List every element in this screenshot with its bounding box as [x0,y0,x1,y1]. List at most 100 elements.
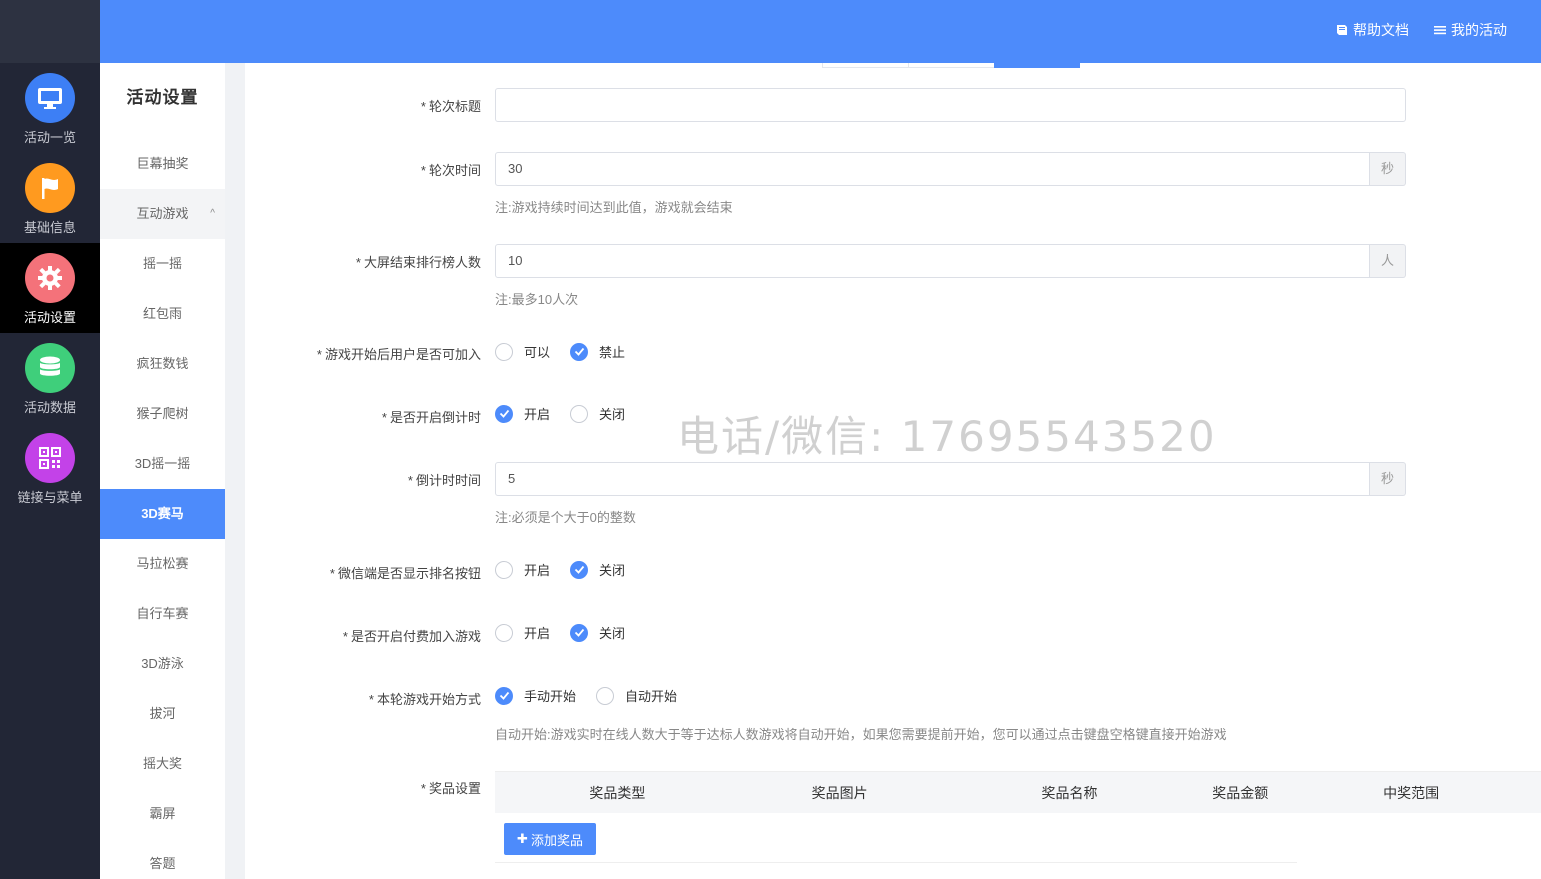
rail-item-label: 链接与菜单 [17,490,83,505]
round-tab-active[interactable] [994,63,1080,68]
help-docs-link[interactable]: 帮助文档 [1335,20,1409,40]
rank-count-label: * 大屏结束排行榜人数 [355,255,481,270]
column-prize-amount: 奖品金额 [1212,784,1269,801]
submenu-item-3d-swim[interactable]: 3D游泳 [100,639,225,689]
submenu-item-shake[interactable]: 摇一摇 [100,239,225,289]
round-tab[interactable] [822,63,908,68]
content-gutter [225,63,245,879]
database-icon [25,343,75,393]
radio-checked-icon [570,623,589,642]
radio-unchecked-icon [596,686,615,705]
rail-item-label: 活动设置 [23,310,76,325]
countdown-time-unit: 秒 [1370,462,1406,496]
countdown-time-label: * 倒计时时间 [407,473,481,488]
list-icon [1434,26,1446,35]
show-rank-button-label: * 微信端是否显示排名按钮 [329,566,481,581]
rail-item-overview[interactable]: 活动一览 [0,63,100,153]
icon-rail: 活动一览 基础信息 活动设置 活动数据 链接与菜单 [0,0,100,879]
monitor-icon [25,73,75,123]
column-win-range: 中奖范围 [1383,784,1440,801]
rail-item-label: 基础信息 [23,220,76,235]
book-icon [1337,25,1347,35]
submenu-group-label: 互动游戏 [136,206,189,221]
radio-unchecked-icon [495,623,513,642]
rank-count-input[interactable]: 10 [495,244,1370,278]
submenu-item-quiz[interactable]: 答题 [100,839,225,879]
start-mode-label: * 本轮游戏开始方式 [368,692,481,707]
column-prize-name: 奖品名称 [1041,784,1098,801]
submenu-item-marathon[interactable]: 马拉松赛 [100,539,225,589]
column-prize-type: 奖品类型 [589,784,646,801]
round-time-unit: 秒 [1370,152,1406,186]
radio-checked-icon [570,560,589,579]
radio-paid-join-on[interactable]: 开启 [495,623,550,642]
start-mode-hint: 自动开始:游戏实时在线人数大于等于达标人数游戏将自动开始，如果您需要提前开始，您… [495,727,1227,742]
my-activities-label: 我的活动 [1451,22,1507,38]
submenu-item-red-packet-rain[interactable]: 红包雨 [100,289,225,339]
radio-countdown-off[interactable]: 关闭 [570,404,625,423]
settings-form: * 轮次标题 * 轮次时间 30 秒 注:游戏持续时间达到此值，游戏就会结束 * 大屏… [245,63,1541,879]
countdown-time-input[interactable]: 5 [495,462,1370,496]
chevron-up-icon: ^ [210,208,215,219]
round-time-hint: 注:游戏持续时间达到此值，游戏就会结束 [495,200,733,215]
submenu-item-3d-horse-race[interactable]: 3D赛马 [100,489,225,539]
round-tab[interactable] [908,63,994,68]
rank-count-hint: 注:最多10人次 [495,292,579,307]
watermark: 电话/微信: 17695543520 [677,412,1217,461]
radio-checked-icon [495,404,513,423]
rail-item-activity-data[interactable]: 活动数据 [0,333,100,423]
radio-unchecked-icon [495,342,513,361]
submenu-item-monkey-climb[interactable]: 猴子爬树 [100,389,225,439]
radio-join-allow[interactable]: 可以 [495,342,550,361]
radio-countdown-on[interactable]: 开启 [495,404,550,423]
plus-icon: ✚ [517,831,528,846]
add-prize-button[interactable]: ✚ 添加奖品 [504,823,596,855]
submenu-item-3d-shake[interactable]: 3D摇一摇 [100,439,225,489]
flag-icon [25,163,75,213]
countdown-enabled-label: * 是否开启倒计时 [381,410,481,425]
rail-item-activity-settings[interactable]: 活动设置 [0,243,100,333]
round-title-input[interactable] [495,88,1406,122]
radio-paid-join-off[interactable]: 关闭 [570,623,625,642]
submenu-group-interactive-games[interactable]: 互动游戏 ^ [100,189,225,239]
radio-rank-button-on[interactable]: 开启 [495,560,550,579]
round-time-input[interactable]: 30 [495,152,1370,186]
my-activities-link[interactable]: 我的活动 [1433,20,1507,40]
submenu-item-crazy-counting[interactable]: 疯狂数钱 [100,339,225,389]
help-docs-label: 帮助文档 [1353,22,1409,38]
radio-start-manual[interactable]: 手动开始 [495,686,576,705]
radio-checked-icon [495,686,513,705]
rail-item-label: 活动一览 [23,130,76,145]
prize-table: 奖品类型 奖品图片 奖品名称 奖品金额 中奖范围 ✚ 添加奖品 [495,771,1541,863]
radio-unchecked-icon [570,404,589,423]
column-prize-image: 奖品图片 [811,784,868,801]
gear-icon [25,253,75,303]
round-tabs [822,63,1080,68]
round-time-label: * 轮次时间 [420,163,481,178]
countdown-time-hint: 注:必须是个大于0的整数 [495,510,636,525]
radio-join-forbid[interactable]: 禁止 [570,342,625,361]
rail-item-basic-info[interactable]: 基础信息 [0,153,100,243]
rank-count-unit: 人 [1370,244,1406,278]
submenu-item-screen-takeover[interactable]: 霸屏 [100,789,225,839]
paid-join-label: * 是否开启付费加入游戏 [342,629,481,644]
radio-start-auto[interactable]: 自动开始 [596,686,677,705]
top-header: 帮助文档 我的活动 [100,0,1541,63]
prize-table-header: 奖品类型 奖品图片 奖品名称 奖品金额 中奖范围 [495,771,1541,813]
rail-logo-area [0,0,100,63]
prizes-label: * 奖品设置 [420,781,481,796]
submenu-item-big-screen-lottery[interactable]: 巨幕抽奖 [100,139,225,189]
qrcode-icon [25,433,75,483]
rail-item-label: 活动数据 [23,400,76,415]
submenu-item-tug-of-war[interactable]: 拔河 [100,689,225,739]
radio-checked-icon [570,342,589,361]
submenu-item-shake-grand-prize[interactable]: 摇大奖 [100,739,225,789]
submenu-item-bike-race[interactable]: 自行车赛 [100,589,225,639]
radio-unchecked-icon [495,560,513,579]
submenu-title: 活动设置 [126,88,199,107]
join-after-start-label: * 游戏开始后用户是否可加入 [316,347,481,362]
rail-item-links-menu[interactable]: 链接与菜单 [0,423,100,513]
add-prize-label: 添加奖品 [530,832,583,848]
prize-table-body: ✚ 添加奖品 [495,813,1297,863]
radio-rank-button-off[interactable]: 关闭 [570,560,625,579]
